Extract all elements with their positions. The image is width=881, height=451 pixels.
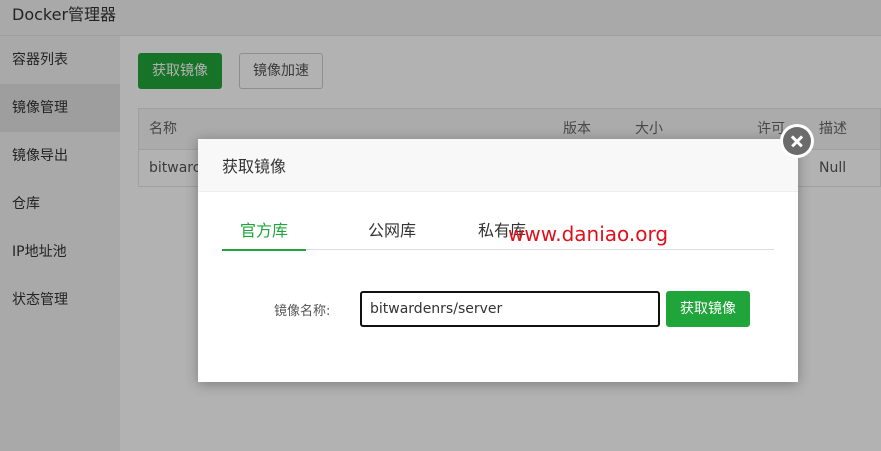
image-name-input[interactable] bbox=[360, 291, 660, 327]
tab-public-registry[interactable]: 公网库 bbox=[350, 217, 434, 249]
watermark-text: www.daniao.org bbox=[508, 222, 669, 246]
close-icon bbox=[783, 127, 811, 155]
image-name-label: 镜像名称: bbox=[274, 304, 331, 319]
tab-official-registry[interactable]: 官方库 bbox=[222, 217, 306, 251]
dialog-title: 获取镜像 bbox=[222, 157, 287, 176]
dialog-close-button[interactable] bbox=[780, 124, 814, 158]
source-tabs: 官方库 公网库 私有库 bbox=[222, 217, 774, 251]
get-image-dialog: 获取镜像 官方库 公网库 私有库 镜像名称: 获取镜像 bbox=[198, 139, 798, 382]
dialog-header: 获取镜像 bbox=[198, 139, 798, 192]
dialog-get-image-button[interactable]: 获取镜像 bbox=[666, 291, 750, 327]
